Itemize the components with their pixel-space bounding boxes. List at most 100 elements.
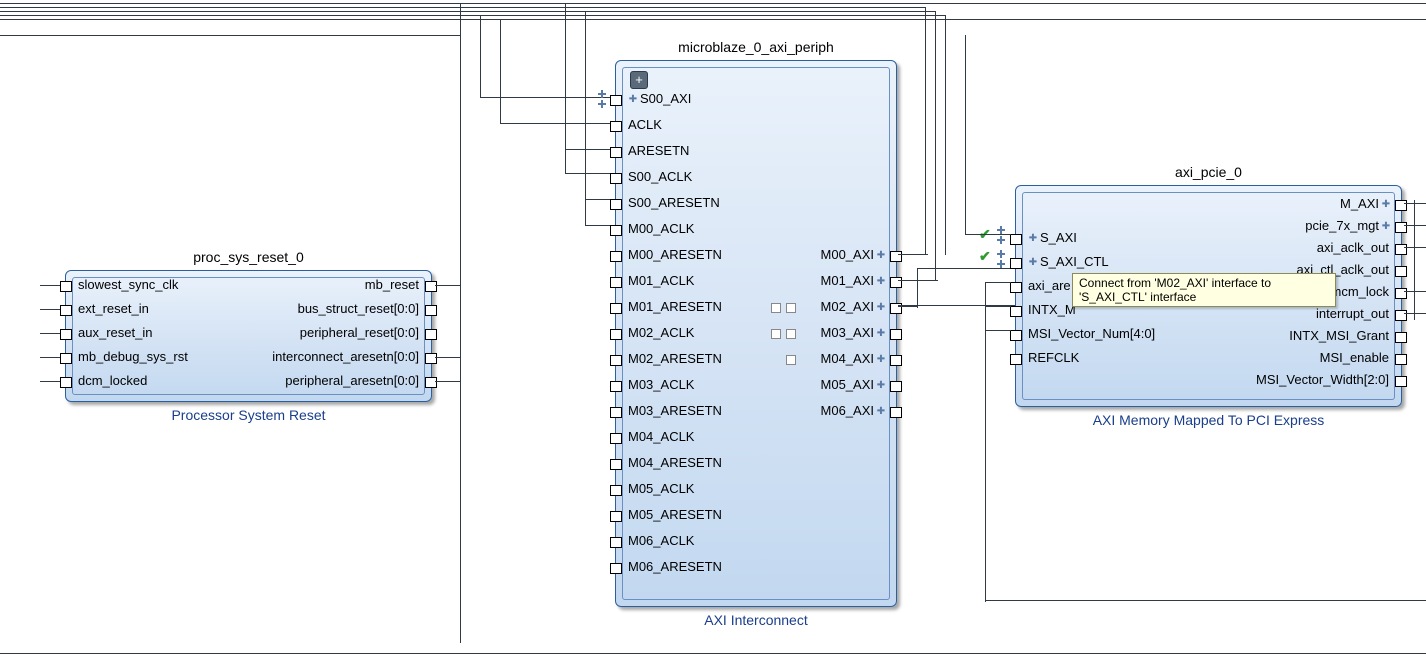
wire [565, 149, 615, 150]
bus-icon: ✚ [1381, 200, 1391, 210]
port-m01-aclk[interactable] [610, 277, 622, 288]
block-design-canvas[interactable]: proc_sys_reset_0 Processor System Reset … [0, 0, 1426, 661]
port-intx-msi-request[interactable] [1010, 306, 1022, 317]
wire [985, 330, 1011, 331]
port-label: axi_are [1028, 278, 1071, 293]
port-aclk[interactable] [610, 121, 622, 132]
port-s-axi-ctl[interactable] [1010, 258, 1022, 269]
wire [565, 3, 566, 173]
port-s00-aclk[interactable] [610, 173, 622, 184]
port-label: interconnect_aresetn[0:0] [272, 349, 419, 364]
port-label: M01_AXI [821, 273, 874, 288]
port-m01-axi[interactable] [890, 277, 902, 288]
port-label: S_AXI [1040, 230, 1077, 245]
port-mmcm-lock[interactable] [1395, 288, 1407, 299]
wire [0, 35, 461, 36]
wire [917, 268, 1012, 269]
port-m02-aclk[interactable] [610, 329, 622, 340]
port-msi-vector-width[interactable] [1395, 376, 1407, 387]
port-label: MSI_Vector_Width[2:0] [1256, 372, 1389, 387]
port-peripheral-aresetn[interactable] [425, 377, 437, 388]
port-pcie-7x-mgt[interactable] [1395, 222, 1407, 233]
bus-icon: ✚ [876, 303, 886, 313]
port-bus-struct-reset[interactable] [425, 305, 437, 316]
wire [0, 11, 935, 12]
port-label: M03_AXI [821, 325, 874, 340]
port-axi-aclk-out[interactable] [1395, 244, 1407, 255]
port-axi-aresetn[interactable] [1010, 282, 1022, 293]
bus-stub-icon [997, 250, 1005, 258]
port-label: bus_struct_reset[0:0] [298, 301, 419, 316]
port-m03-axi[interactable] [890, 329, 902, 340]
port-m05-aclk[interactable] [610, 485, 622, 496]
crossover-icon [786, 329, 796, 339]
wire [585, 11, 586, 225]
port-msi-vector-num[interactable] [1010, 330, 1022, 341]
wire [917, 268, 918, 308]
port-m00-axi[interactable] [890, 251, 902, 262]
port-intx-msi-grant[interactable] [1395, 332, 1407, 343]
port-m06-aresetn[interactable] [610, 563, 622, 574]
port-s-axi[interactable] [1010, 234, 1022, 245]
wire [0, 15, 945, 16]
port-m02-aresetn[interactable] [610, 355, 622, 366]
port-label: INTX_M [1028, 302, 1076, 317]
port-s00-aresetn[interactable] [610, 199, 622, 210]
port-m04-aresetn[interactable] [610, 459, 622, 470]
wire [460, 3, 461, 643]
wire [0, 653, 1426, 654]
wire [965, 35, 966, 235]
wire [945, 15, 946, 255]
block-axi-interconnect[interactable]: microblaze_0_axi_periph AXI Interconnect… [615, 60, 897, 607]
port-m03-aclk[interactable] [610, 381, 622, 392]
port-aux-reset-in[interactable] [60, 329, 72, 340]
port-m05-axi[interactable] [890, 381, 902, 392]
port-axi-ctl-aclk-out[interactable] [1395, 266, 1407, 277]
port-m04-axi[interactable] [890, 355, 902, 366]
port-label: M00_AXI [821, 247, 874, 262]
port-m03-aresetn[interactable] [610, 407, 622, 418]
crossover-icon [786, 355, 796, 365]
port-label: ext_reset_in [78, 301, 149, 316]
port-aresetn[interactable] [610, 147, 622, 158]
expand-button[interactable]: + [630, 71, 648, 89]
port-mb-reset[interactable] [425, 281, 437, 292]
crossover-icon [771, 303, 781, 313]
port-slowest-sync-clk[interactable] [60, 281, 72, 292]
port-s00-axi[interactable] [610, 95, 622, 106]
port-m05-aresetn[interactable] [610, 511, 622, 522]
wire [40, 381, 60, 382]
port-label: M05_AXI [821, 377, 874, 392]
port-label: M06_ARESETN [628, 559, 722, 574]
port-peripheral-reset[interactable] [425, 329, 437, 340]
port-m06-aclk[interactable] [610, 537, 622, 548]
port-m00-aresetn[interactable] [610, 251, 622, 262]
wire [935, 11, 936, 281]
port-label: pcie_7x_mgt [1305, 218, 1379, 233]
port-m01-aresetn[interactable] [610, 303, 622, 314]
port-label: slowest_sync_clk [78, 277, 178, 292]
bus-icon: ✚ [876, 381, 886, 391]
port-m-axi[interactable] [1395, 200, 1407, 211]
port-label: M04_ACLK [628, 429, 694, 444]
port-mb-debug-sys-rst[interactable] [60, 353, 72, 364]
wire [435, 381, 460, 382]
port-interconnect-aresetn[interactable] [425, 353, 437, 364]
block-title: proc_sys_reset_0 [66, 249, 431, 265]
port-label: M_AXI [1340, 196, 1379, 211]
port-label: aux_reset_in [78, 325, 152, 340]
port-ext-reset-in[interactable] [60, 305, 72, 316]
crossover-icon [771, 329, 781, 339]
port-label: M04_ARESETN [628, 455, 722, 470]
port-interrupt-out[interactable] [1395, 310, 1407, 321]
port-label: M03_ARESETN [628, 403, 722, 418]
port-m04-aclk[interactable] [610, 433, 622, 444]
port-msi-enable[interactable] [1395, 354, 1407, 365]
port-m06-axi[interactable] [890, 407, 902, 418]
port-m00-aclk[interactable] [610, 225, 622, 236]
port-dcm-locked[interactable] [60, 377, 72, 388]
block-proc-sys-reset[interactable]: proc_sys_reset_0 Processor System Reset … [65, 270, 432, 402]
bus-icon: ✚ [876, 407, 886, 417]
port-label: M04_AXI [821, 351, 874, 366]
port-refclk[interactable] [1010, 354, 1022, 365]
